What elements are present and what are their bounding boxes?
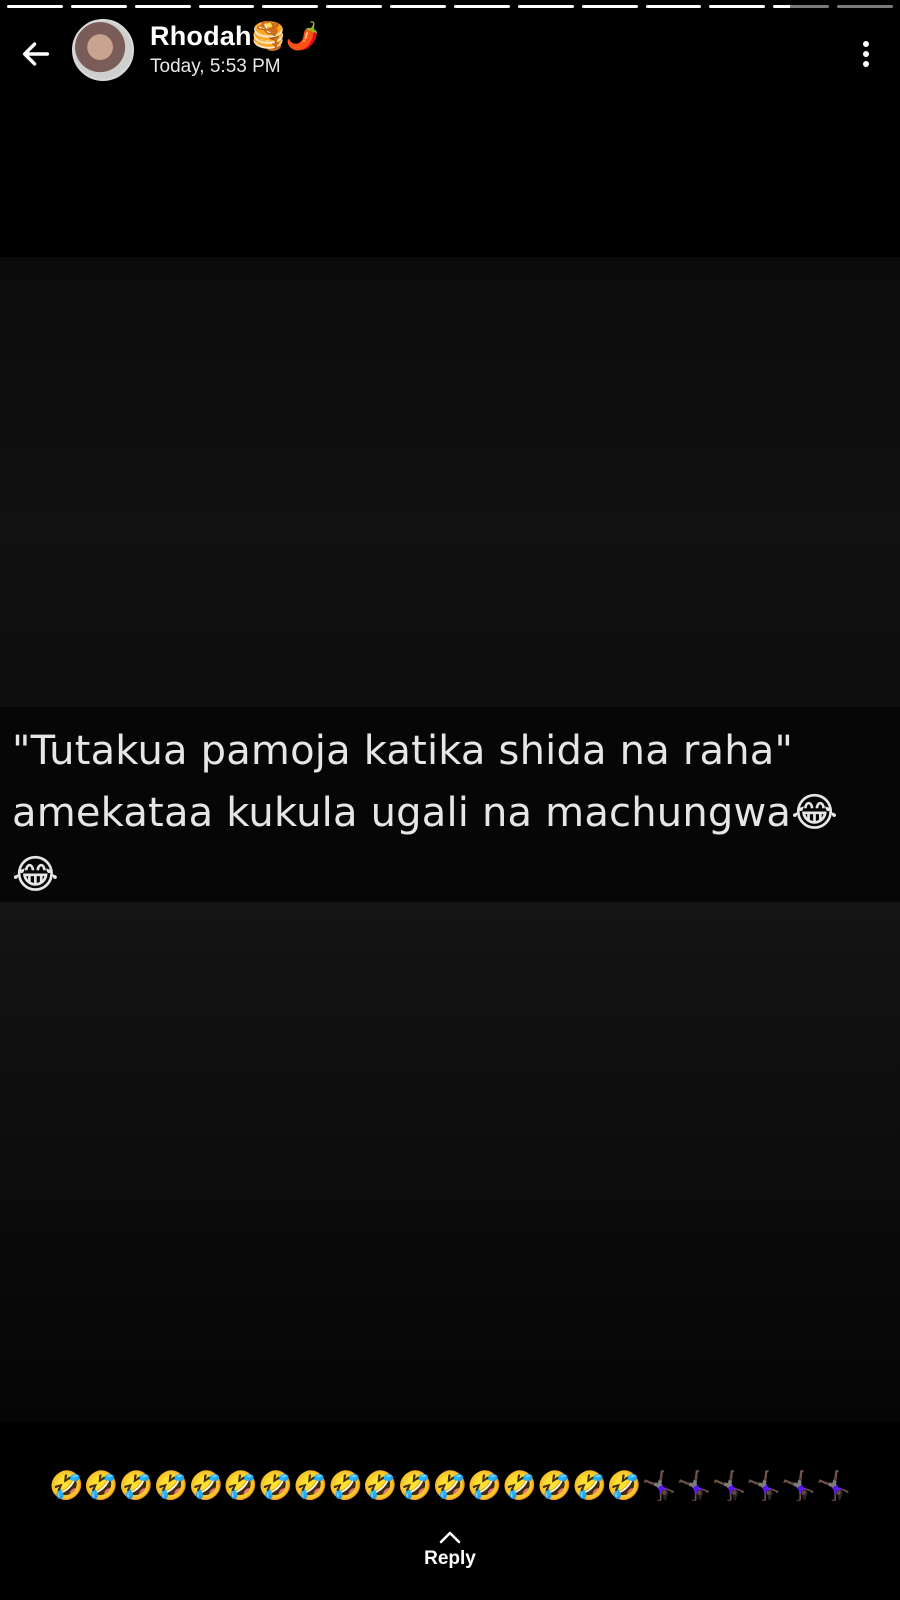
image-top-area [0,257,900,707]
contact-info[interactable]: Rhodah🥞🌶️ Today, 5:53 PM [150,20,319,80]
status-header: Rhodah🥞🌶️ Today, 5:53 PM [0,18,900,82]
image-caption-band: "Tutakua pamoja katika shida na raha" am… [0,707,900,902]
progress-segment [645,5,702,8]
progress-segment [7,5,63,8]
progress-segment [454,5,510,8]
more-vertical-icon [863,41,869,67]
progress-segment [262,5,319,8]
progress-segment [134,5,191,8]
back-button[interactable] [14,32,58,76]
arrow-left-icon [22,42,50,66]
progress-segment [390,5,447,8]
reply-label: Reply [424,1548,476,1569]
progress-segment [709,5,766,8]
progress-segment [70,5,127,8]
progress-segment [837,5,894,8]
chevron-up-icon [439,1531,461,1544]
caption-line: 😂 [12,852,59,898]
caption-line: amekataa kukula ugali na machungwa😂 [12,790,839,836]
reply-button[interactable]: Reply [0,1530,900,1570]
status-timestamp: Today, 5:53 PM [150,56,281,77]
progress-segment [517,5,574,8]
caption-line: "Tutakua pamoja katika shida na raha" [12,728,794,774]
image-bottom-area [0,902,900,1422]
more-options-button[interactable] [850,32,882,76]
status-caption: 🤣🤣🤣🤣🤣🤣🤣🤣🤣🤣🤣🤣🤣🤣🤣🤣🤣🤸🏿‍♀️🤸🏿‍♀️🤸🏿‍♀️🤸🏿‍♀️🤸🏿‍… [49,1470,851,1501]
progress-segment-current [773,5,830,8]
progress-segment [198,5,255,8]
status-progress-bar [7,5,894,9]
contact-name: Rhodah🥞🌶️ [150,21,320,51]
avatar[interactable] [72,19,134,81]
image-caption-text: "Tutakua pamoja katika shida na raha" am… [12,720,882,906]
status-image[interactable]: "Tutakua pamoja katika shida na raha" am… [0,257,900,902]
progress-segment [581,5,638,8]
progress-segment [326,5,383,8]
